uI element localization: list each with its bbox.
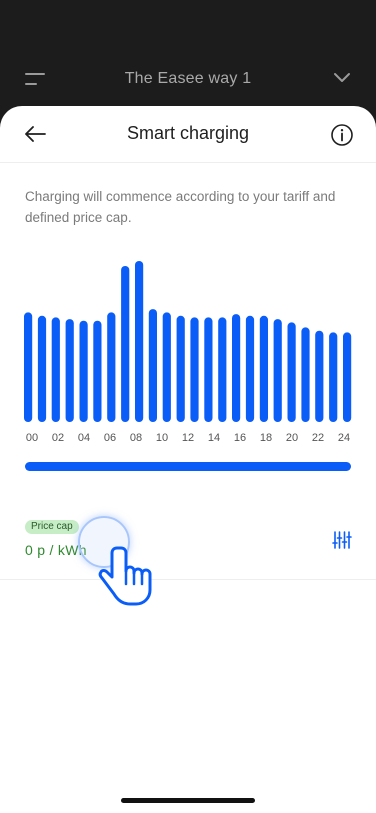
- chart-bar: [121, 266, 130, 422]
- sheet-header: Smart charging: [0, 106, 376, 163]
- x-tick-label: 00: [26, 432, 38, 444]
- price-chart: 00 02 04 06 08 10 12 14 16 18 20 22 24: [0, 246, 376, 446]
- home-indicator: [121, 798, 255, 803]
- x-tick-label: 08: [130, 432, 142, 444]
- chart-bar: [315, 330, 324, 422]
- chart-bar: [176, 315, 185, 422]
- chart-bar: [65, 319, 74, 422]
- chart-bar: [273, 319, 282, 422]
- chart-bar: [232, 314, 241, 422]
- page-title: Smart charging: [126, 123, 250, 143]
- smart-charging-sheet: Smart charging Charging will commence ac…: [0, 106, 376, 813]
- price-cap-section[interactable]: Price cap 0 p / kWh: [0, 506, 376, 580]
- location-title[interactable]: The Easee way 1: [125, 70, 252, 88]
- chart-bar: [135, 261, 144, 422]
- x-tick-label: 20: [286, 432, 298, 444]
- x-tick-label: 22: [312, 432, 324, 444]
- chart-bar: [24, 312, 33, 422]
- chart-bar: [190, 317, 199, 422]
- price-chart-svg: 00 02 04 06 08 10 12 14 16 18 20 22 24: [24, 261, 352, 444]
- x-tick-label: 10: [156, 432, 168, 444]
- x-tick-label: 12: [182, 432, 194, 444]
- x-tick-label: 14: [208, 432, 220, 444]
- chart-bar: [287, 322, 296, 422]
- chart-bar: [107, 312, 116, 422]
- x-tick-label: 16: [234, 432, 246, 444]
- x-tick-label: 02: [52, 432, 64, 444]
- chevron-down-icon[interactable]: [332, 70, 352, 86]
- chart-bar: [148, 309, 157, 422]
- chart-bar: [245, 315, 255, 422]
- chart-bar: [343, 332, 352, 422]
- x-tick-label: 04: [78, 432, 90, 444]
- x-tick-label: 24: [338, 432, 350, 444]
- tap-hand-icon: [98, 546, 152, 606]
- charging-description: Charging will commence according to your…: [25, 189, 336, 225]
- chart-bar: [301, 327, 310, 422]
- x-tick-label: 18: [260, 432, 272, 444]
- chart-bar: [51, 317, 60, 422]
- info-icon[interactable]: [330, 123, 354, 147]
- chart-bar: [204, 317, 213, 422]
- chart-bar: [93, 320, 102, 422]
- chart-bar: [37, 315, 47, 422]
- sliders-settings-icon[interactable]: [332, 530, 352, 550]
- chart-bar: [329, 332, 338, 422]
- top-bar: The Easee way 1: [0, 60, 376, 98]
- chart-bar: [162, 312, 171, 422]
- chart-bar: [259, 315, 268, 422]
- price-cap-badge: Price cap: [25, 520, 79, 534]
- x-tick-label: 06: [104, 432, 116, 444]
- time-range-slider[interactable]: [25, 462, 351, 471]
- hamburger-menu-icon[interactable]: [25, 72, 45, 86]
- chart-bar: [79, 320, 88, 422]
- chart-bar: [218, 317, 227, 422]
